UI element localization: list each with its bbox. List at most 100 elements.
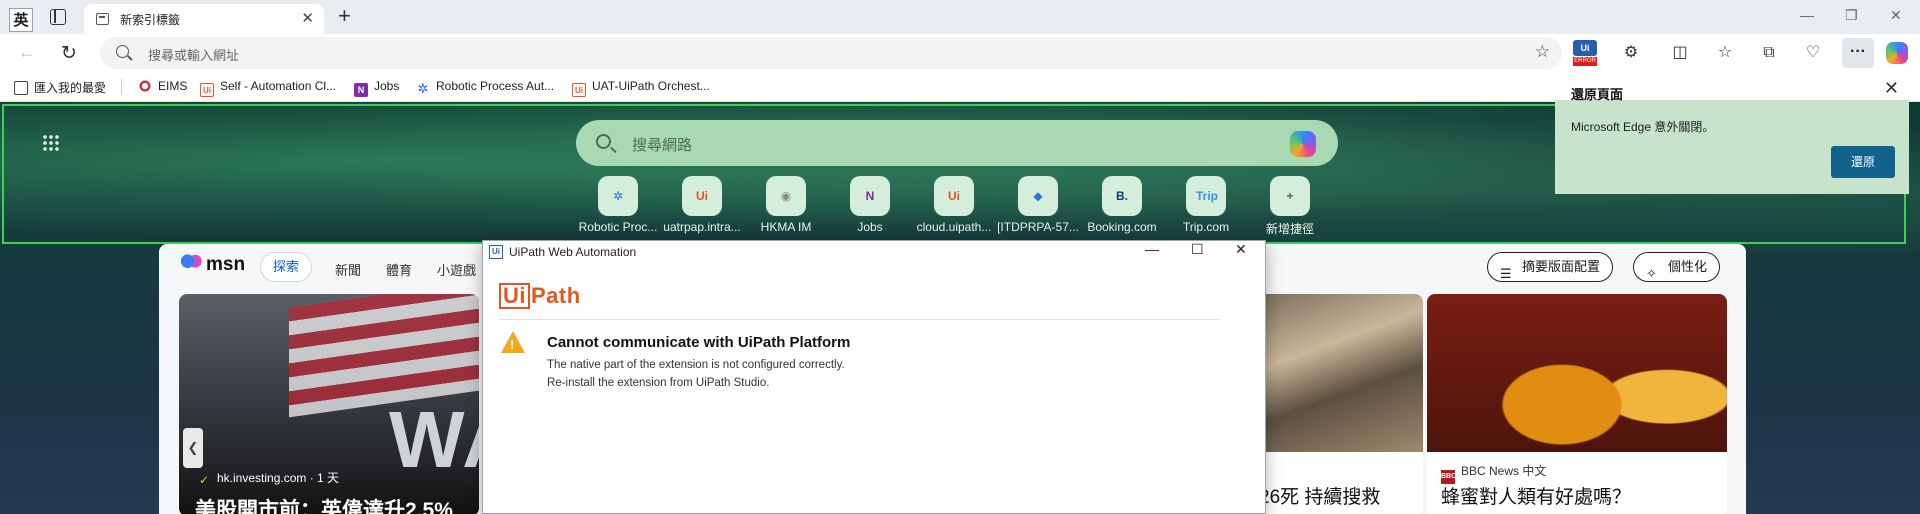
quick-link-label: Jobs	[857, 220, 883, 234]
quick-link-icon: B.	[1116, 189, 1128, 203]
close-icon[interactable]: ✕	[1884, 78, 1899, 99]
quick-link-icon: ◆	[1033, 189, 1043, 203]
address-bar[interactable]: 搜尋或輸入網址 ☆	[100, 37, 1562, 69]
error-heading: Cannot communicate with UiPath Platform	[547, 334, 851, 351]
uipath-icon: Ui	[489, 245, 503, 259]
quick-link[interactable]: B. Booking.com	[1080, 176, 1164, 234]
settings-more-button[interactable]: ···	[1842, 38, 1874, 68]
favorite-item[interactable]: EIMS	[138, 79, 187, 95]
web-search-placeholder: 搜尋網路	[632, 137, 693, 154]
favorite-item[interactable]: N Jobs	[354, 79, 399, 97]
news-card[interactable]: WA ❮ ✓hk.investing.com · 1 天 美股開市前：英偉達升2…	[179, 294, 479, 514]
favorite-item[interactable]: ✲ Robotic Process Aut...	[416, 79, 555, 96]
feed-tab-news[interactable]: 新聞	[335, 260, 361, 279]
copilot-icon[interactable]	[1290, 131, 1316, 157]
rpa-icon: ✲	[417, 81, 429, 96]
close-icon[interactable]: ✕	[1235, 241, 1247, 258]
close-tab-icon[interactable]: ✕	[301, 9, 314, 27]
minimize-icon[interactable]: —	[1800, 7, 1814, 23]
eims-icon	[138, 79, 152, 93]
quick-link[interactable]: ◆ [ITDPRPA-57...	[996, 176, 1080, 234]
reload-button[interactable]: ↻	[61, 42, 77, 65]
extensions-icon[interactable]: ⚙	[1622, 44, 1640, 62]
quick-link-icon: ◉	[780, 189, 792, 203]
collections-icon[interactable]: ⧉	[1760, 44, 1778, 62]
quick-link-label: [ITDPRPA-57...	[997, 220, 1079, 234]
app-launcher-icon[interactable]	[42, 134, 60, 152]
tab-strip: 英 新索引標籤 ✕ + — ❐ ✕	[0, 0, 1920, 34]
tab-new-tab[interactable]: 新索引標籤 ✕	[84, 4, 324, 34]
feed-layout-button[interactable]: ☰ 摘要版面配置	[1487, 252, 1614, 282]
sparkle-icon: ✧	[1646, 266, 1657, 281]
search-icon	[596, 134, 611, 149]
quick-link-tile: N	[850, 176, 890, 216]
quick-link[interactable]: Ui cloud.uipath...	[912, 176, 996, 234]
quick-link-tile: ◉	[766, 176, 806, 216]
restore-window-icon[interactable]: ❐	[1845, 7, 1858, 24]
favorite-item[interactable]: Ui UAT-UiPath Orchest...	[572, 79, 710, 97]
quick-link[interactable]: ◉ HKMA IM	[744, 176, 828, 234]
copilot-icon[interactable]	[1886, 42, 1908, 64]
web-search-box[interactable]: 搜尋網路	[576, 120, 1338, 166]
close-window-icon[interactable]: ✕	[1890, 7, 1902, 24]
popup-title: 還原頁面	[1571, 87, 1624, 102]
feed-tab-sports[interactable]: 體育	[386, 260, 412, 279]
quick-link-tile: ◆	[1018, 176, 1058, 216]
favorite-item[interactable]: Ui Self - Automation Cl...	[200, 79, 336, 97]
toolbar: ← ↻ 搜尋或輸入網址 ☆ ⚙ ◫ ☆ ⧉ ♡	[0, 34, 1920, 72]
quick-link-tile: Ui	[682, 176, 722, 216]
quick-link-icon: +	[1286, 189, 1294, 203]
minimize-icon[interactable]: —	[1145, 241, 1159, 257]
building-image: WA	[389, 395, 479, 484]
divider	[499, 319, 1219, 320]
news-headline: 美股開市前：英偉達升2.5%	[195, 499, 453, 514]
news-source: BBC BBC News 中文	[1441, 462, 1546, 484]
news-card[interactable]: 26死 持續搜救	[1259, 294, 1423, 514]
news-image	[1259, 294, 1423, 452]
new-tab-icon	[96, 13, 109, 25]
quick-link-tile: B.	[1102, 176, 1142, 216]
error-line-1: The native part of the extension is not …	[547, 359, 845, 371]
quick-link-label: Robotic Proc...	[578, 220, 658, 234]
carousel-prev-button[interactable]: ❮	[183, 428, 203, 468]
search-icon	[116, 45, 129, 58]
news-card[interactable]: BBC BBC News 中文 蜂蜜對人類有好處嗎？	[1427, 294, 1727, 514]
restore-button[interactable]: 還原	[1831, 146, 1895, 178]
sliders-icon: ☰	[1500, 266, 1512, 281]
ime-indicator[interactable]: 英	[9, 8, 33, 32]
quick-link[interactable]: N Jobs	[828, 176, 912, 234]
news-headline: 蜂蜜對人類有好處嗎？	[1441, 487, 1632, 508]
feed-tab-games[interactable]: 小遊戲	[437, 260, 476, 279]
warning-mark: !	[510, 337, 515, 352]
news-source: ✓ hk.investing.com · 1 天	[199, 471, 340, 487]
feed-tab-discover[interactable]: 探索	[260, 252, 312, 282]
uipath-extension-icon[interactable]: Ui ERROR	[1573, 40, 1597, 66]
extension-badge-error: ERROR	[1573, 57, 1597, 66]
back-button[interactable]: ←	[18, 42, 36, 63]
browser-essentials-icon[interactable]: ♡	[1804, 44, 1822, 62]
quick-link-icon: Ui	[948, 189, 960, 203]
quick-link-label: HKMA IM	[760, 220, 812, 234]
quick-link[interactable]: + 新增捷徑	[1248, 176, 1332, 237]
tab-title: 新索引標籤	[120, 13, 181, 27]
quick-link-label: cloud.uipath...	[916, 220, 992, 234]
uipath-dialog: Ui UiPath Web Automation — ☐ ✕ Ui Path ! …	[482, 240, 1266, 514]
error-line-2: Re-install the extension from UiPath Stu…	[547, 377, 770, 389]
favorites-divider	[121, 79, 122, 95]
quick-link-tile: ✲	[598, 176, 638, 216]
news-headline: 26死 持續搜救	[1259, 487, 1381, 508]
favorite-star-icon[interactable]: ☆	[1535, 42, 1550, 62]
honey-image	[1427, 294, 1727, 452]
split-screen-icon[interactable]: ◫	[1671, 44, 1689, 62]
quick-link[interactable]: ✲ Robotic Proc...	[576, 176, 660, 234]
quick-link[interactable]: Trip Trip.com	[1164, 176, 1248, 234]
maximize-icon[interactable]: ☐	[1191, 241, 1204, 258]
new-tab-button[interactable]: +	[338, 3, 351, 29]
quick-link[interactable]: Ui uatrpap.intra...	[660, 176, 744, 234]
favorite-item[interactable]: 匯入我的最愛	[14, 79, 106, 95]
tab-actions-icon[interactable]	[50, 9, 66, 25]
personalize-button[interactable]: ✧ 個性化	[1633, 252, 1721, 282]
quick-link-icon: ✲	[612, 189, 624, 203]
msn-logo[interactable]: msn	[181, 254, 245, 276]
favorites-icon[interactable]: ☆	[1716, 44, 1734, 62]
